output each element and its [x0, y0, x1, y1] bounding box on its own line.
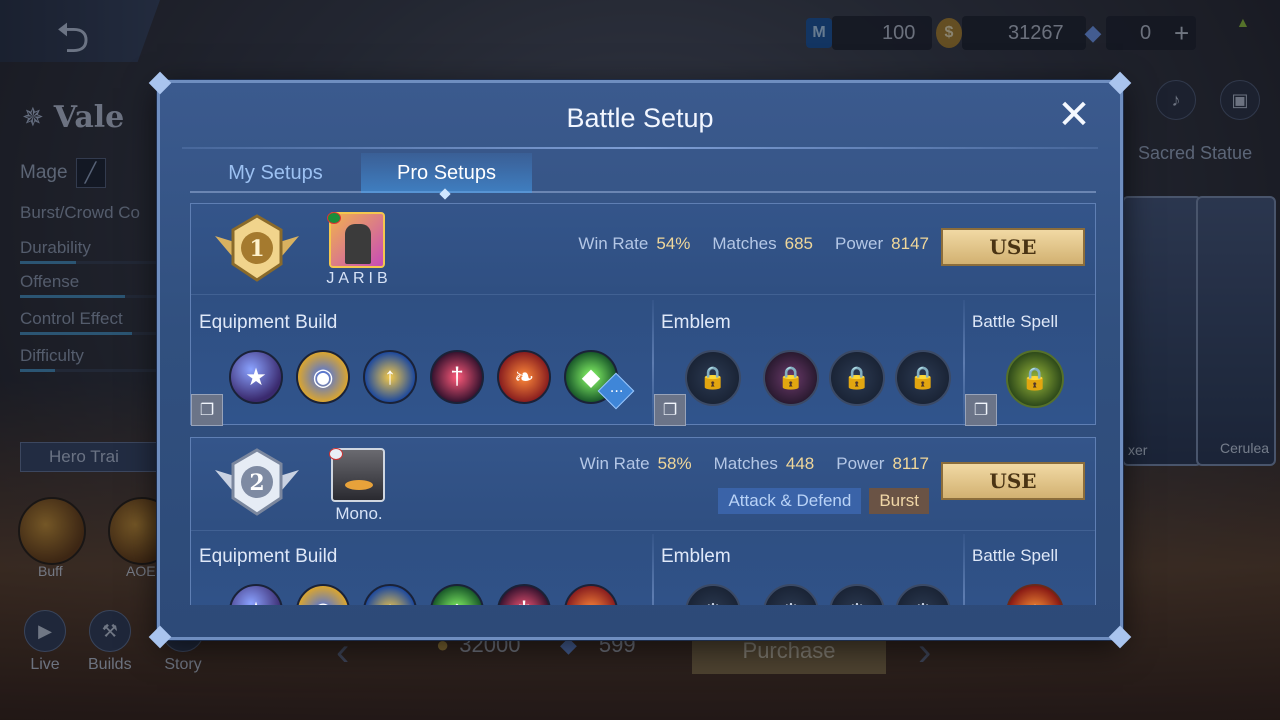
power-value: 8117: [892, 454, 929, 473]
boots-icon[interactable]: ★: [229, 350, 283, 404]
section-divider: [191, 294, 1095, 295]
gold-rank-badge-icon: 1: [215, 214, 299, 282]
equipment-build-title: Equipment Build: [199, 546, 338, 567]
emblem-talent-icon[interactable]: 🔒: [829, 350, 885, 406]
copy-icon: ❐: [973, 402, 989, 419]
setup-card: 1 JARIB Win Rate 54% Matches 685 Power 8147…: [190, 203, 1096, 426]
setup-stats: Win Rate 54% Matches 685 Power 8147: [578, 234, 929, 254]
matches-label: Matches: [713, 454, 778, 473]
trident-icon[interactable]: ↑: [363, 350, 417, 404]
setup-tabs: My Setups Pro Setups: [190, 153, 1096, 193]
emblem-talent-icon[interactable]: ⚙: [829, 584, 885, 605]
emblem-detail-button[interactable]: ❐: [654, 394, 686, 426]
flag-icon: [327, 212, 341, 224]
equipment-build-title: Equipment Build: [199, 312, 338, 333]
spell-detail-button[interactable]: ❐: [965, 394, 997, 426]
trident-icon[interactable]: ↑: [363, 584, 417, 605]
fire-feather-icon[interactable]: ❧: [564, 584, 618, 605]
rank-number: 1: [249, 236, 264, 262]
battle-spell-title: Battle Spell: [972, 312, 1058, 331]
tab-pro-setups[interactable]: Pro Setups: [361, 153, 532, 193]
battle-setup-dialog: Battle Setup ✕ My Setups Pro Setups 1 JA…: [148, 71, 1132, 649]
win-rate-value: 58%: [657, 454, 692, 473]
equipment-items: ★ ◉ ↑ † ❧ ◆: [229, 350, 618, 404]
setup-list[interactable]: 1 JARIB Win Rate 54% Matches 685 Power 8147…: [190, 203, 1096, 605]
win-rate: Win Rate 58%: [580, 454, 692, 474]
emblem-set: 🔒 🔒 🔒 🔒: [685, 350, 951, 406]
avatar-portrait-icon: [345, 224, 371, 264]
tag-badge: Burst: [869, 488, 929, 514]
battle-spell-title: Battle Spell: [972, 546, 1058, 565]
use-button[interactable]: USE: [941, 462, 1085, 500]
orb-icon[interactable]: ◉: [296, 584, 350, 605]
win-rate-label: Win Rate: [579, 454, 650, 473]
tag-badge: Attack & Defend: [718, 488, 862, 514]
close-button[interactable]: ✕: [1054, 95, 1094, 135]
silver-rank-badge-icon: 2: [215, 448, 299, 516]
emblem-main-icon[interactable]: 🔒: [685, 350, 741, 406]
equipment-items: ★ ◉ ↑ ◆ † ❧: [229, 584, 618, 605]
power: Power 8117: [836, 454, 929, 474]
close-icon: ✕: [1057, 93, 1091, 137]
boots-icon[interactable]: ★: [229, 584, 283, 605]
title-divider: [182, 147, 1098, 149]
emblem-talent-icon[interactable]: ⚙: [895, 584, 951, 605]
crystal-icon[interactable]: ◆: [430, 584, 484, 605]
emblem-title: Emblem: [661, 312, 731, 333]
copy-icon: ❐: [662, 402, 678, 419]
rank-number: 2: [249, 470, 264, 496]
player-name: JARIB: [326, 270, 392, 287]
column-divider: [963, 534, 965, 605]
flag-icon: [329, 448, 343, 460]
player-name: Mono.: [335, 504, 383, 523]
use-button[interactable]: USE: [941, 228, 1085, 266]
equipment-detail-button[interactable]: ❐: [191, 394, 223, 426]
dagger-icon[interactable]: †: [430, 350, 484, 404]
setup-card: 2 Mono. Win Rate 58% Matches 448 Power 8117…: [190, 437, 1096, 605]
win-rate-value: 54%: [656, 234, 691, 253]
emblem-title: Emblem: [661, 546, 731, 567]
setup-tags: Attack & Defend Burst: [718, 488, 929, 514]
orb-icon[interactable]: ◉: [296, 350, 350, 404]
section-divider: [191, 530, 1095, 531]
power-label: Power: [834, 234, 884, 253]
setup-stats: Win Rate 58% Matches 448 Power 8117: [580, 454, 929, 474]
matches: Matches 448: [714, 454, 815, 474]
emblem-talent-icon[interactable]: ⚙: [763, 584, 819, 605]
fire-spell-icon[interactable]: ♨: [1006, 584, 1064, 605]
win-rate-label: Win Rate: [578, 234, 649, 253]
matches-value: 685: [784, 234, 813, 253]
column-divider: [652, 534, 654, 605]
avatar-portrait-icon: [345, 480, 373, 490]
fire-feather-icon[interactable]: ❧: [497, 350, 551, 404]
emblem-talent-icon[interactable]: 🔒: [895, 350, 951, 406]
matches: Matches 685: [712, 234, 813, 254]
dialog-title: Battle Setup: [566, 103, 714, 133]
matches-value: 448: [785, 454, 815, 473]
spell-lock-icon[interactable]: 🔒: [1006, 350, 1064, 408]
power-value: 8147: [891, 234, 929, 253]
tab-my-setups[interactable]: My Setups: [190, 153, 361, 193]
power: Power 8147: [835, 234, 929, 254]
emblem-talent-icon[interactable]: 🔒: [763, 350, 819, 406]
copy-icon: ❐: [199, 402, 215, 419]
emblem-main-icon[interactable]: ⚙: [685, 584, 741, 605]
win-rate: Win Rate 54%: [578, 234, 690, 254]
emblem-set: ⚙ ⚙ ⚙ ⚙: [685, 584, 951, 605]
dagger-icon[interactable]: †: [497, 584, 551, 605]
matches-label: Matches: [712, 234, 777, 253]
power-label: Power: [836, 454, 885, 473]
